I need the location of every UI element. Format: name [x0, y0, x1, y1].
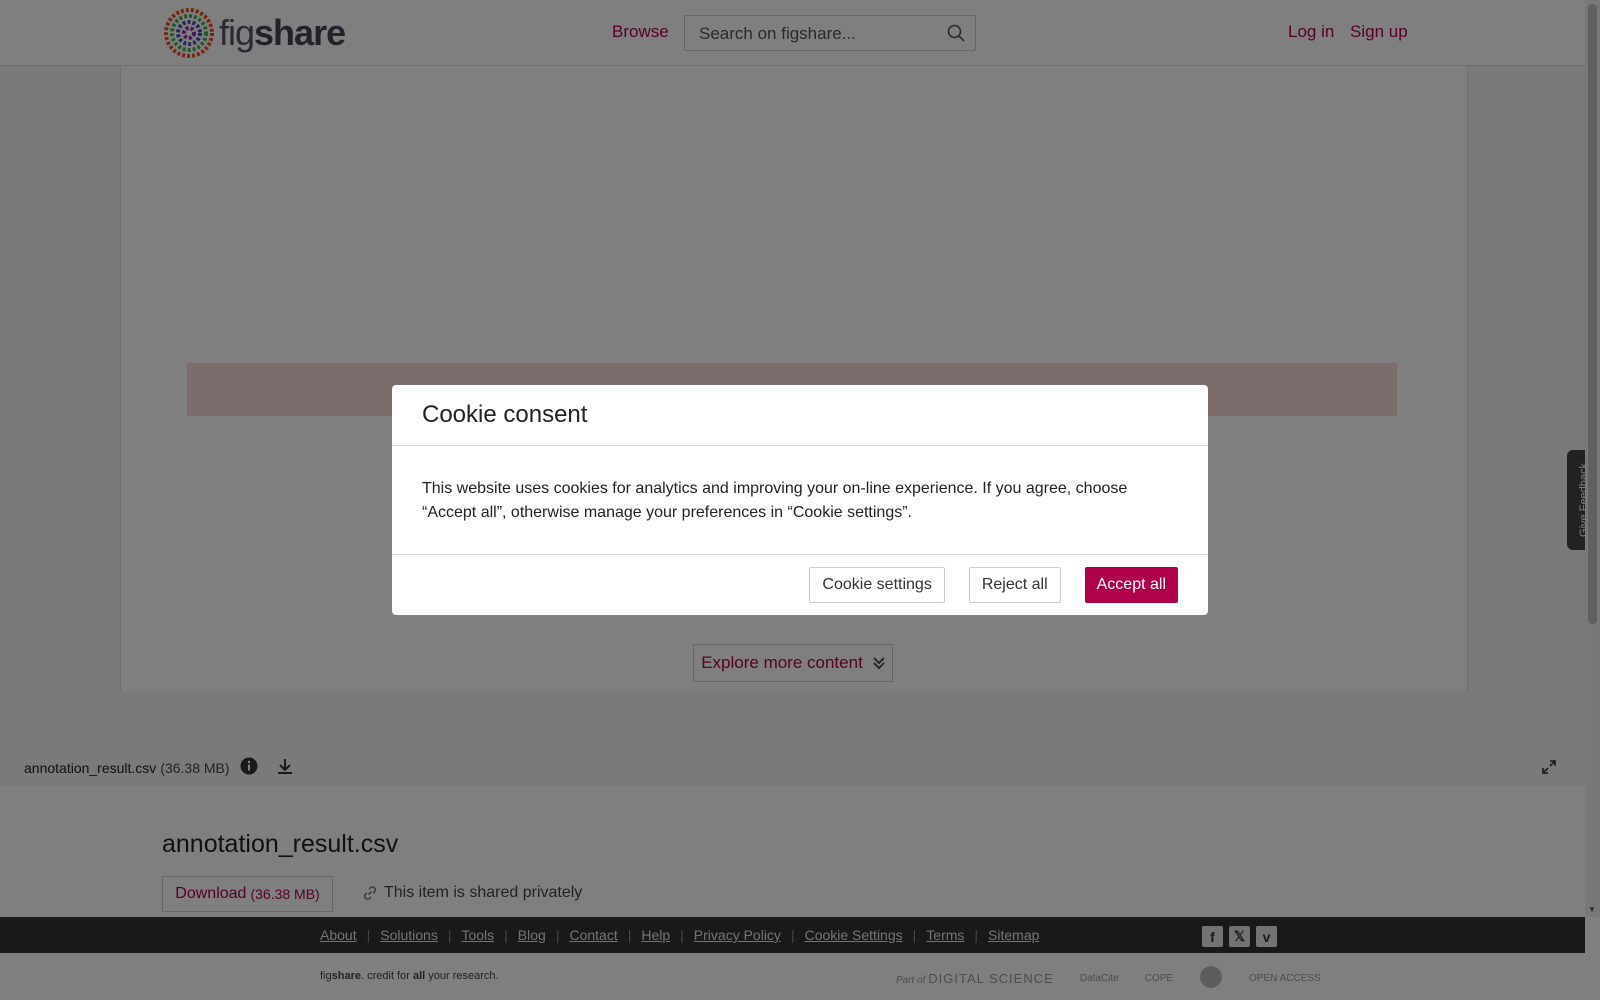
cookie-settings-button[interactable]: Cookie settings	[809, 567, 945, 603]
accept-all-button[interactable]: Accept all	[1084, 567, 1178, 603]
cookie-dialog-title: Cookie consent	[422, 401, 588, 428]
cookie-dialog-body: This website uses cookies for analytics …	[392, 446, 1208, 555]
cookie-dialog-header: Cookie consent	[392, 385, 1208, 446]
cookie-dialog-footer: Cookie settings Reject all Accept all	[392, 555, 1208, 615]
cookie-consent-dialog: Cookie consent This website uses cookies…	[392, 385, 1208, 615]
reject-all-button[interactable]: Reject all	[968, 567, 1061, 603]
